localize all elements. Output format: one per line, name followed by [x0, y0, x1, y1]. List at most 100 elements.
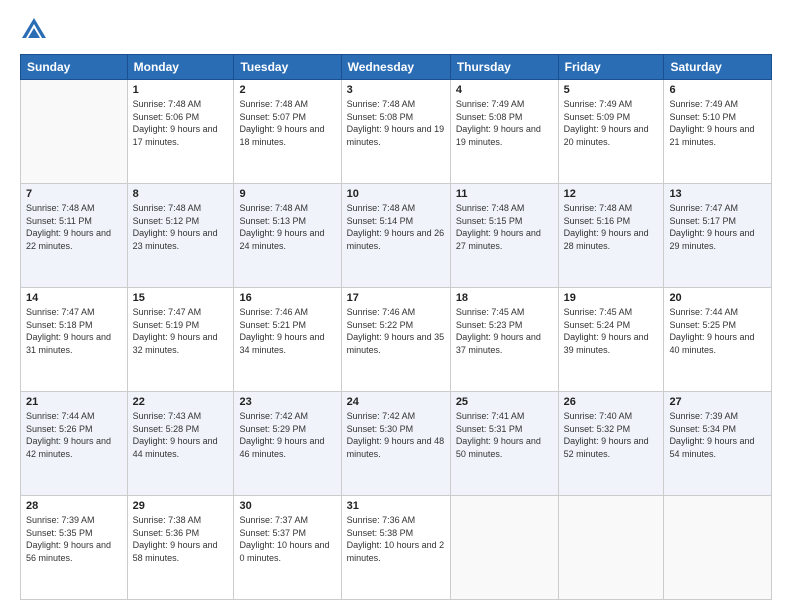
column-header-saturday: Saturday — [664, 55, 772, 80]
day-number: 6 — [669, 84, 766, 96]
day-info: Sunrise: 7:48 AMSunset: 5:14 PMDaylight:… — [347, 202, 445, 252]
day-cell: 9 Sunrise: 7:48 AMSunset: 5:13 PMDaylight… — [234, 184, 341, 288]
day-cell: 10 Sunrise: 7:48 AMSunset: 5:14 PMDayligh… — [341, 184, 450, 288]
week-row-5: 28 Sunrise: 7:39 AMSunset: 5:35 PMDayligh… — [21, 496, 772, 600]
day-cell: 3 Sunrise: 7:48 AMSunset: 5:08 PMDaylight… — [341, 80, 450, 184]
day-info: Sunrise: 7:48 AMSunset: 5:13 PMDaylight:… — [239, 202, 335, 252]
column-header-sunday: Sunday — [21, 55, 128, 80]
day-cell: 8 Sunrise: 7:48 AMSunset: 5:12 PMDaylight… — [127, 184, 234, 288]
day-info: Sunrise: 7:49 AMSunset: 5:10 PMDaylight:… — [669, 98, 766, 148]
day-info: Sunrise: 7:49 AMSunset: 5:09 PMDaylight:… — [564, 98, 659, 148]
day-number: 27 — [669, 396, 766, 408]
day-info: Sunrise: 7:42 AMSunset: 5:29 PMDaylight:… — [239, 410, 335, 460]
day-number: 3 — [347, 84, 445, 96]
column-header-friday: Friday — [558, 55, 664, 80]
day-info: Sunrise: 7:49 AMSunset: 5:08 PMDaylight:… — [456, 98, 553, 148]
day-info: Sunrise: 7:46 AMSunset: 5:22 PMDaylight:… — [347, 306, 445, 356]
day-number: 20 — [669, 292, 766, 304]
day-number: 4 — [456, 84, 553, 96]
day-number: 24 — [347, 396, 445, 408]
day-cell: 18Sunrise: 7:45 AMSunset: 5:23 PMDayligh… — [450, 288, 558, 392]
day-number: 28 — [26, 500, 122, 512]
day-number: 15 — [133, 292, 229, 304]
day-info: Sunrise: 7:48 AMSunset: 5:08 PMDaylight:… — [347, 98, 445, 148]
day-number: 9 — [239, 188, 335, 200]
day-info: Sunrise: 7:36 AMSunset: 5:38 PMDaylight:… — [347, 514, 445, 564]
logo-icon — [20, 16, 48, 44]
day-info: Sunrise: 7:39 AMSunset: 5:34 PMDaylight:… — [669, 410, 766, 460]
day-number: 8 — [133, 188, 229, 200]
day-number: 25 — [456, 396, 553, 408]
day-number: 19 — [564, 292, 659, 304]
day-cell: 19 Sunrise: 7:45 AMSunset: 5:24 PMDayligh… — [558, 288, 664, 392]
day-info: Sunrise: 7:48 AMSunset: 5:12 PMDaylight:… — [133, 202, 229, 252]
day-cell: 27 Sunrise: 7:39 AMSunset: 5:34 PMDayligh… — [664, 392, 772, 496]
day-cell — [21, 80, 128, 184]
header — [20, 16, 772, 44]
day-info: Sunrise: 7:48 AMSunset: 5:11 PMDaylight:… — [26, 202, 122, 252]
day-info: Sunrise: 7:47 AMSunset: 5:19 PMDaylight:… — [133, 306, 229, 356]
day-number: 1 — [133, 84, 229, 96]
day-cell: 12 Sunrise: 7:48 AMSunset: 5:16 PMDayligh… — [558, 184, 664, 288]
day-cell: 31 Sunrise: 7:36 AMSunset: 5:38 PMDayligh… — [341, 496, 450, 600]
day-cell: 23 Sunrise: 7:42 AMSunset: 5:29 PMDayligh… — [234, 392, 341, 496]
day-number: 7 — [26, 188, 122, 200]
day-number: 11 — [456, 188, 553, 200]
day-cell — [450, 496, 558, 600]
day-number: 21 — [26, 396, 122, 408]
day-info: Sunrise: 7:47 AMSunset: 5:18 PMDaylight:… — [26, 306, 122, 356]
day-info: Sunrise: 7:46 AMSunset: 5:21 PMDaylight:… — [239, 306, 335, 356]
day-cell: 26 Sunrise: 7:40 AMSunset: 5:32 PMDayligh… — [558, 392, 664, 496]
day-number: 17 — [347, 292, 445, 304]
day-info: Sunrise: 7:48 AMSunset: 5:06 PMDaylight:… — [133, 98, 229, 148]
day-cell: 5 Sunrise: 7:49 AMSunset: 5:09 PMDaylight… — [558, 80, 664, 184]
week-row-2: 7 Sunrise: 7:48 AMSunset: 5:11 PMDaylight… — [21, 184, 772, 288]
day-info: Sunrise: 7:40 AMSunset: 5:32 PMDaylight:… — [564, 410, 659, 460]
day-info: Sunrise: 7:37 AMSunset: 5:37 PMDaylight:… — [239, 514, 335, 564]
day-cell: 20 Sunrise: 7:44 AMSunset: 5:25 PMDayligh… — [664, 288, 772, 392]
day-number: 23 — [239, 396, 335, 408]
day-cell: 30Sunrise: 7:37 AMSunset: 5:37 PMDayligh… — [234, 496, 341, 600]
day-number: 22 — [133, 396, 229, 408]
day-info: Sunrise: 7:48 AMSunset: 5:16 PMDaylight:… — [564, 202, 659, 252]
day-cell: 16Sunrise: 7:46 AMSunset: 5:21 PMDayligh… — [234, 288, 341, 392]
week-row-1: 1 Sunrise: 7:48 AMSunset: 5:06 PMDaylight… — [21, 80, 772, 184]
logo — [20, 16, 52, 44]
day-number: 31 — [347, 500, 445, 512]
day-info: Sunrise: 7:45 AMSunset: 5:24 PMDaylight:… — [564, 306, 659, 356]
day-cell: 15 Sunrise: 7:47 AMSunset: 5:19 PMDayligh… — [127, 288, 234, 392]
day-number: 10 — [347, 188, 445, 200]
day-cell: 1 Sunrise: 7:48 AMSunset: 5:06 PMDaylight… — [127, 80, 234, 184]
day-cell: 17 Sunrise: 7:46 AMSunset: 5:22 PMDayligh… — [341, 288, 450, 392]
day-info: Sunrise: 7:44 AMSunset: 5:25 PMDaylight:… — [669, 306, 766, 356]
day-info: Sunrise: 7:39 AMSunset: 5:35 PMDaylight:… — [26, 514, 122, 564]
day-cell: 2Sunrise: 7:48 AMSunset: 5:07 PMDaylight… — [234, 80, 341, 184]
day-number: 26 — [564, 396, 659, 408]
day-cell: 13 Sunrise: 7:47 AMSunset: 5:17 PMDayligh… — [664, 184, 772, 288]
page: SundayMondayTuesdayWednesdayThursdayFrid… — [0, 0, 792, 612]
day-number: 5 — [564, 84, 659, 96]
day-cell: 24 Sunrise: 7:42 AMSunset: 5:30 PMDayligh… — [341, 392, 450, 496]
day-cell: 4 Sunrise: 7:49 AMSunset: 5:08 PMDaylight… — [450, 80, 558, 184]
header-row: SundayMondayTuesdayWednesdayThursdayFrid… — [21, 55, 772, 80]
day-number: 13 — [669, 188, 766, 200]
column-header-tuesday: Tuesday — [234, 55, 341, 80]
day-number: 2 — [239, 84, 335, 96]
day-cell: 25Sunrise: 7:41 AMSunset: 5:31 PMDayligh… — [450, 392, 558, 496]
calendar-table: SundayMondayTuesdayWednesdayThursdayFrid… — [20, 54, 772, 600]
day-number: 12 — [564, 188, 659, 200]
day-cell: 14Sunrise: 7:47 AMSunset: 5:18 PMDayligh… — [21, 288, 128, 392]
day-cell — [558, 496, 664, 600]
day-cell: 22 Sunrise: 7:43 AMSunset: 5:28 PMDayligh… — [127, 392, 234, 496]
day-cell: 6 Sunrise: 7:49 AMSunset: 5:10 PMDaylight… — [664, 80, 772, 184]
day-info: Sunrise: 7:42 AMSunset: 5:30 PMDaylight:… — [347, 410, 445, 460]
day-cell: 11Sunrise: 7:48 AMSunset: 5:15 PMDayligh… — [450, 184, 558, 288]
day-info: Sunrise: 7:47 AMSunset: 5:17 PMDaylight:… — [669, 202, 766, 252]
day-cell: 29 Sunrise: 7:38 AMSunset: 5:36 PMDayligh… — [127, 496, 234, 600]
day-info: Sunrise: 7:43 AMSunset: 5:28 PMDaylight:… — [133, 410, 229, 460]
day-info: Sunrise: 7:44 AMSunset: 5:26 PMDaylight:… — [26, 410, 122, 460]
week-row-3: 14Sunrise: 7:47 AMSunset: 5:18 PMDayligh… — [21, 288, 772, 392]
day-number: 29 — [133, 500, 229, 512]
day-info: Sunrise: 7:45 AMSunset: 5:23 PMDaylight:… — [456, 306, 553, 356]
day-info: Sunrise: 7:38 AMSunset: 5:36 PMDaylight:… — [133, 514, 229, 564]
